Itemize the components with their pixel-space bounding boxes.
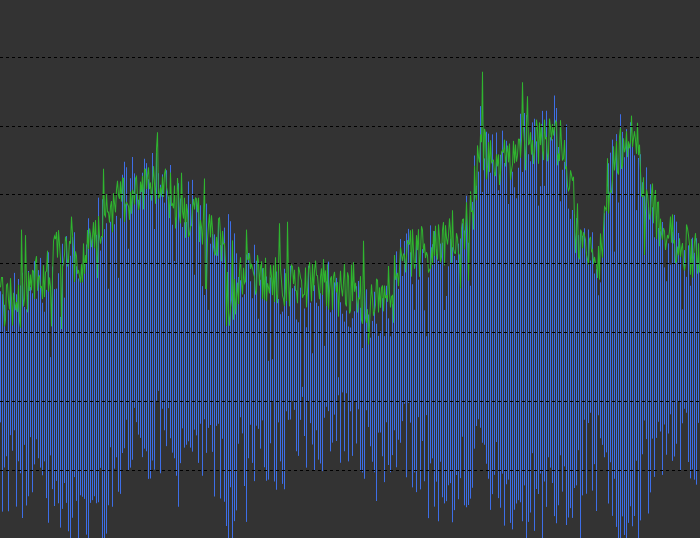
chart-container [0, 0, 700, 538]
chart-svg [0, 0, 700, 538]
